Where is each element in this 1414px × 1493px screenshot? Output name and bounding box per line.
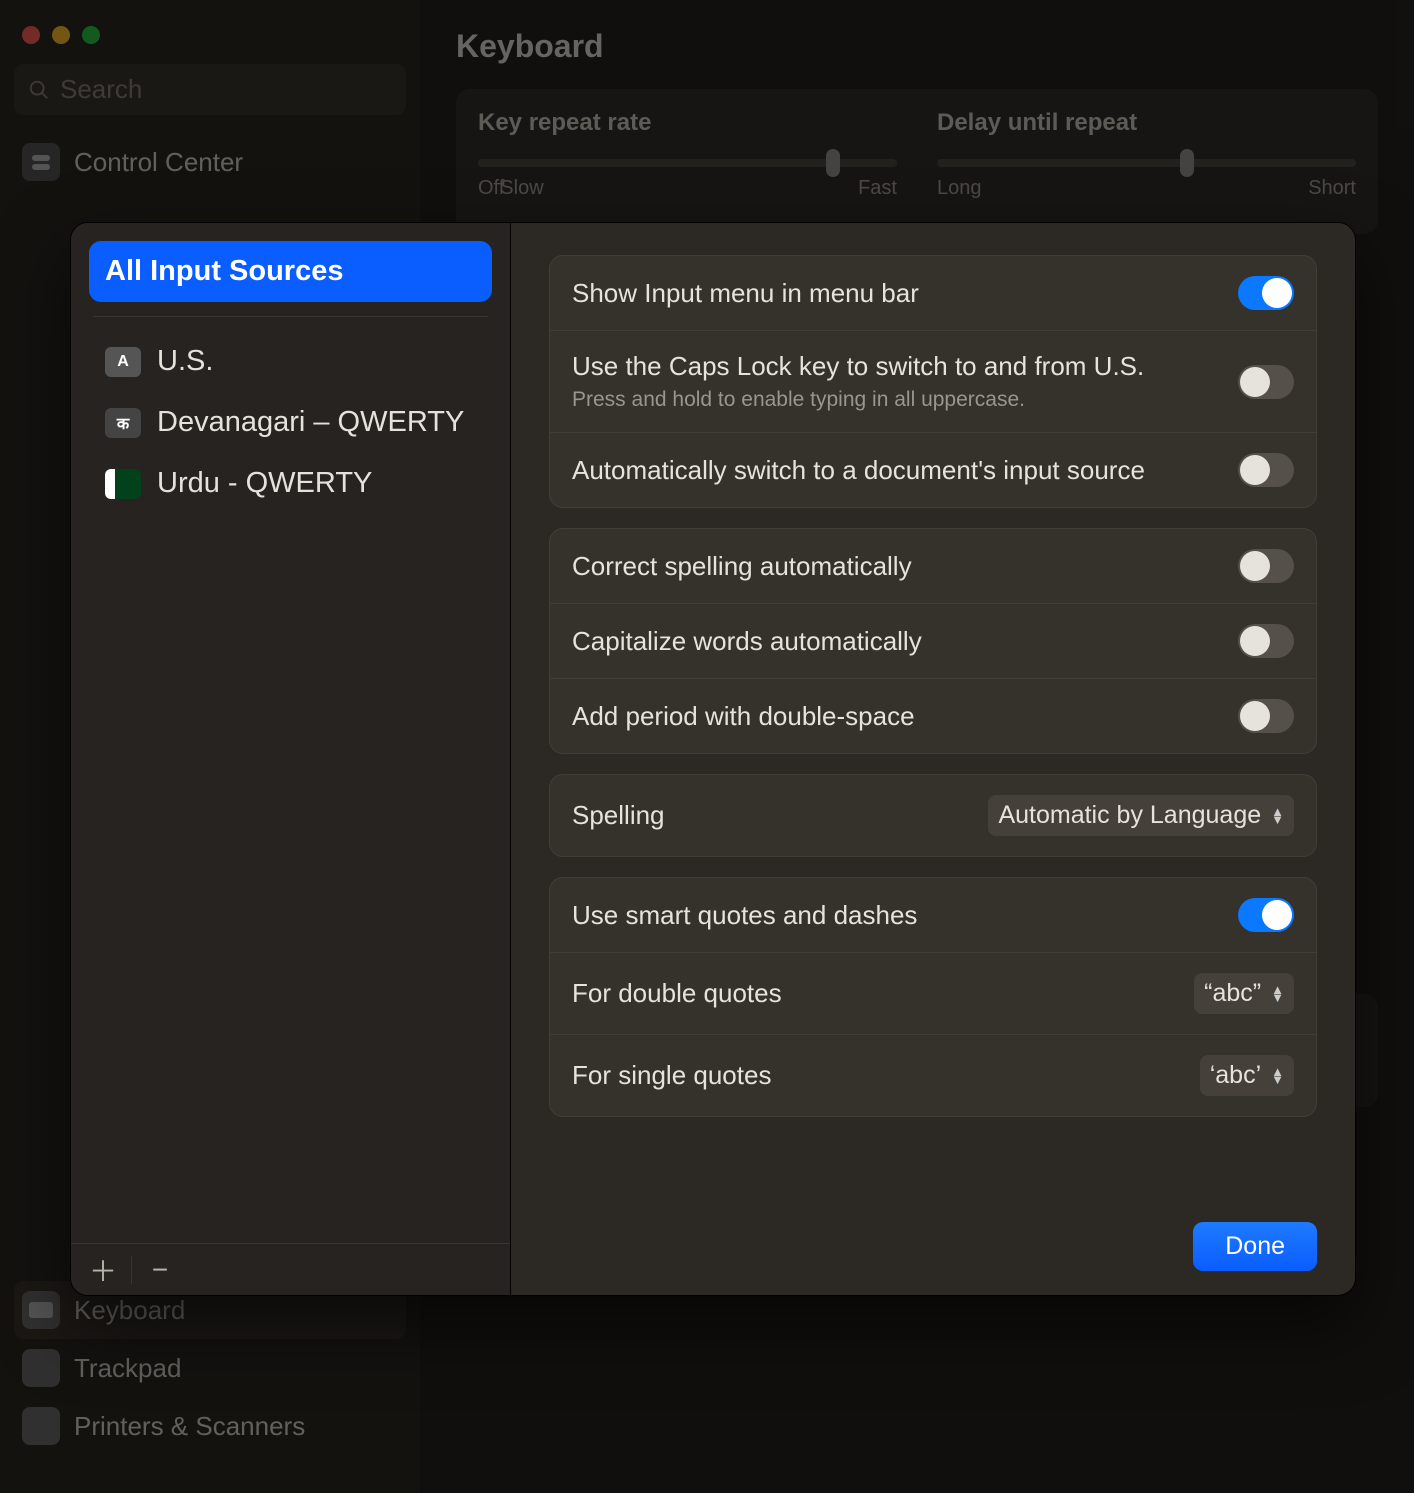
row-label: For single quotes bbox=[572, 1060, 1182, 1091]
select-value: “abc” bbox=[1204, 979, 1261, 1008]
double-space-period-row: Add period with double-space bbox=[550, 678, 1316, 753]
single-quotes-select[interactable]: ‘abc’ ▲▼ bbox=[1200, 1055, 1294, 1096]
double-quotes-row: For double quotes “abc” ▲▼ bbox=[550, 952, 1316, 1034]
caps-lock-switch-row: Use the Caps Lock key to switch to and f… bbox=[550, 330, 1316, 432]
devanagari-icon: क bbox=[105, 408, 141, 438]
sidebar-item-label: All Input Sources bbox=[105, 255, 343, 288]
row-label: Automatically switch to a document's inp… bbox=[572, 455, 1220, 486]
select-value: ‘abc’ bbox=[1210, 1061, 1261, 1090]
chevron-updown-icon: ▲▼ bbox=[1271, 1068, 1284, 1084]
chevron-updown-icon: ▲▼ bbox=[1271, 986, 1284, 1002]
auto-switch-row: Automatically switch to a document's inp… bbox=[550, 432, 1316, 507]
spelling-group: Spelling Automatic by Language ▲▼ bbox=[549, 774, 1317, 857]
input-source-urdu[interactable]: Urdu - QWERTY bbox=[89, 453, 492, 514]
correct-spelling-toggle[interactable] bbox=[1238, 549, 1294, 583]
double-quotes-select[interactable]: “abc” ▲▼ bbox=[1194, 973, 1294, 1014]
quotes-group: Use smart quotes and dashes For double q… bbox=[549, 877, 1317, 1117]
row-label: Use smart quotes and dashes bbox=[572, 900, 1220, 931]
capitalize-row: Capitalize words automatically bbox=[550, 603, 1316, 678]
select-value: Automatic by Language bbox=[998, 801, 1261, 830]
smart-quotes-toggle[interactable] bbox=[1238, 898, 1294, 932]
input-sources-modal: All Input Sources A U.S. क Devanagari – … bbox=[70, 222, 1356, 1296]
single-quotes-row: For single quotes ‘abc’ ▲▼ bbox=[550, 1034, 1316, 1116]
remove-input-source-button[interactable]: − bbox=[144, 1254, 176, 1286]
all-input-sources-item[interactable]: All Input Sources bbox=[89, 241, 492, 302]
divider bbox=[131, 1256, 132, 1284]
row-label: Use the Caps Lock key to switch to and f… bbox=[572, 351, 1220, 382]
input-menu-group: Show Input menu in menu bar Use the Caps… bbox=[549, 255, 1317, 508]
text-group: Correct spelling automatically Capitaliz… bbox=[549, 528, 1317, 754]
smart-quotes-row: Use smart quotes and dashes bbox=[550, 878, 1316, 952]
show-input-menu-row: Show Input menu in menu bar bbox=[550, 256, 1316, 330]
source-label: Urdu - QWERTY bbox=[157, 467, 372, 500]
chevron-updown-icon: ▲▼ bbox=[1271, 808, 1284, 824]
input-source-devanagari[interactable]: क Devanagari – QWERTY bbox=[89, 392, 492, 453]
pakistan-flag-icon bbox=[105, 469, 141, 499]
capitalize-toggle[interactable] bbox=[1238, 624, 1294, 658]
done-button[interactable]: Done bbox=[1193, 1222, 1317, 1271]
double-space-period-toggle[interactable] bbox=[1238, 699, 1294, 733]
row-label: Spelling bbox=[572, 800, 970, 831]
input-sources-settings: Show Input menu in menu bar Use the Caps… bbox=[511, 223, 1355, 1295]
auto-switch-toggle[interactable] bbox=[1238, 453, 1294, 487]
us-icon: A bbox=[105, 347, 141, 377]
spelling-select[interactable]: Automatic by Language ▲▼ bbox=[988, 795, 1294, 836]
add-input-source-button[interactable]: ＋ bbox=[87, 1254, 119, 1286]
divider bbox=[93, 316, 488, 317]
correct-spelling-row: Correct spelling automatically bbox=[550, 529, 1316, 603]
input-source-us[interactable]: A U.S. bbox=[89, 331, 492, 392]
source-label: U.S. bbox=[157, 345, 213, 378]
row-label: Show Input menu in menu bar bbox=[572, 278, 1220, 309]
row-label: For double quotes bbox=[572, 978, 1176, 1009]
row-sublabel: Press and hold to enable typing in all u… bbox=[572, 388, 1220, 412]
input-source-footer: ＋ − bbox=[71, 1243, 510, 1295]
show-input-menu-toggle[interactable] bbox=[1238, 276, 1294, 310]
caps-lock-switch-toggle[interactable] bbox=[1238, 365, 1294, 399]
row-label: Add period with double-space bbox=[572, 701, 1220, 732]
spelling-row: Spelling Automatic by Language ▲▼ bbox=[550, 775, 1316, 856]
row-label: Capitalize words automatically bbox=[572, 626, 1220, 657]
source-label: Devanagari – QWERTY bbox=[157, 406, 464, 439]
input-sources-sidebar: All Input Sources A U.S. क Devanagari – … bbox=[71, 223, 511, 1295]
row-label: Correct spelling automatically bbox=[572, 551, 1220, 582]
